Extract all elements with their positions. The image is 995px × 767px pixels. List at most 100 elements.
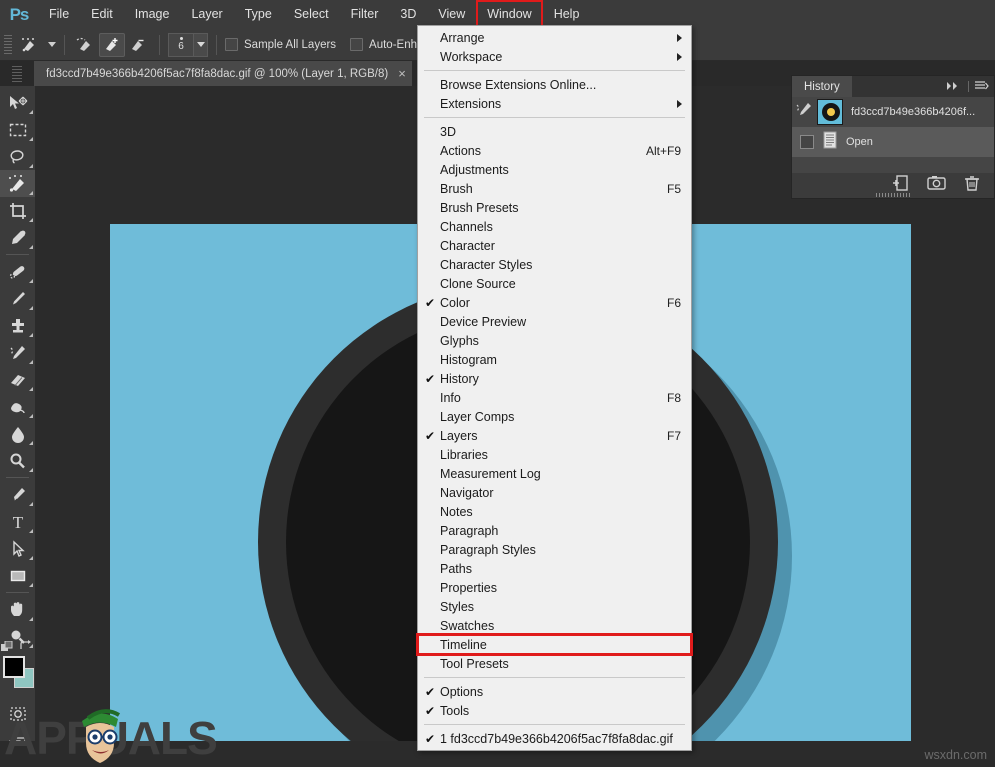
window-menu-item-device-preview[interactable]: Device Preview <box>418 312 691 331</box>
subtract-from-selection-button[interactable] <box>125 33 151 57</box>
collapse-panel-icon[interactable] <box>946 78 962 96</box>
history-panel[interactable]: History fd3ccd7b49e366b4206f... <box>791 75 995 199</box>
panel-menu-icon[interactable] <box>975 78 989 96</box>
menu-file[interactable]: File <box>38 0 80 29</box>
document-tab[interactable]: fd3ccd7b49e366b4206f5ac7f8fa8dac.gif @ 1… <box>34 61 412 86</box>
window-menu-item-extensions[interactable]: Extensions <box>418 94 691 113</box>
window-menu-item-label: Workspace <box>440 50 681 64</box>
window-menu-item-1-fd3ccd7b49e366b4206f5ac7f8fa8dac-gif[interactable]: ✔1 fd3ccd7b49e366b4206f5ac7f8fa8dac.gif <box>418 729 691 748</box>
rectangular-marquee-tool[interactable] <box>0 116 35 143</box>
window-menu-item-history[interactable]: ✔History <box>418 369 691 388</box>
history-snapshot-label: fd3ccd7b49e366b4206f... <box>851 106 975 118</box>
window-menu-item-options[interactable]: ✔Options <box>418 682 691 701</box>
window-menu-item-measurement-log[interactable]: Measurement Log <box>418 464 691 483</box>
new-snapshot-icon[interactable] <box>927 175 946 196</box>
brush-size-dot-icon <box>180 37 183 40</box>
check-icon: ✔ <box>425 733 435 745</box>
panel-resize-grip[interactable] <box>876 193 910 197</box>
history-brush-tool[interactable] <box>0 339 35 366</box>
history-state-toggle[interactable] <box>800 135 814 149</box>
eyedropper-tool[interactable] <box>0 224 35 251</box>
window-menu-item-paragraph-styles[interactable]: Paragraph Styles <box>418 540 691 559</box>
window-menu-item-adjustments[interactable]: Adjustments <box>418 160 691 179</box>
window-menu-item-clone-source[interactable]: Clone Source <box>418 274 691 293</box>
close-icon[interactable]: × <box>398 67 406 80</box>
window-menu-item-browse-extensions-online[interactable]: Browse Extensions Online... <box>418 75 691 94</box>
menu-edit[interactable]: Edit <box>80 0 124 29</box>
eraser-tool[interactable] <box>0 366 35 393</box>
tool-expand-triangle-icon <box>29 387 33 391</box>
brush-tool[interactable] <box>0 285 35 312</box>
history-brush-source-icon[interactable] <box>796 102 814 123</box>
window-menu-item-navigator[interactable]: Navigator <box>418 483 691 502</box>
window-menu-item-swatches[interactable]: Swatches <box>418 616 691 635</box>
window-menu-item-arrange[interactable]: Arrange <box>418 28 691 47</box>
window-menu-item-paths[interactable]: Paths <box>418 559 691 578</box>
window-menu-item-brush[interactable]: BrushF5 <box>418 179 691 198</box>
sample-all-layers-option[interactable]: Sample All Layers <box>225 38 336 51</box>
brush-size-stepper[interactable] <box>194 33 208 57</box>
window-menu-item-workspace[interactable]: Workspace <box>418 47 691 66</box>
window-menu-item-info[interactable]: InfoF8 <box>418 388 691 407</box>
window-menu-item-label: Actions <box>440 144 628 158</box>
window-menu-item-notes[interactable]: Notes <box>418 502 691 521</box>
window-menu-item-label: Device Preview <box>440 315 681 329</box>
history-state-row[interactable]: Open <box>792 127 994 157</box>
pen-tool[interactable] <box>0 481 35 508</box>
dodge-tool[interactable] <box>0 447 35 474</box>
quick-selection-tool[interactable] <box>0 170 35 197</box>
window-menu-item-glyphs[interactable]: Glyphs <box>418 331 691 350</box>
tab-strip-grip[interactable] <box>0 61 34 86</box>
foreground-color-swatch[interactable] <box>3 656 25 678</box>
tab-history[interactable]: History <box>792 76 852 97</box>
history-snapshot-thumbnail[interactable] <box>817 99 843 125</box>
history-snapshot-row[interactable]: fd3ccd7b49e366b4206f... <box>792 97 994 127</box>
window-menu-item-character-styles[interactable]: Character Styles <box>418 255 691 274</box>
window-menu-item-actions[interactable]: ActionsAlt+F9 <box>418 141 691 160</box>
window-dropdown-menu[interactable]: Arrange Workspace Browse Extensions Online… <box>417 25 692 751</box>
quick-selection-preset-icon[interactable] <box>18 33 44 57</box>
window-menu-item-color[interactable]: ✔ColorF6 <box>418 293 691 312</box>
move-tool[interactable] <box>0 89 35 116</box>
swap-colors-icon[interactable] <box>19 640 33 655</box>
sample-all-layers-checkbox[interactable] <box>225 38 238 51</box>
hand-tool[interactable] <box>0 596 35 623</box>
menu-layer[interactable]: Layer <box>180 0 233 29</box>
brush-size-field[interactable]: 6 <box>168 33 194 57</box>
window-menu-item-brush-presets[interactable]: Brush Presets <box>418 198 691 217</box>
window-menu-item-tools[interactable]: ✔Tools <box>418 701 691 720</box>
options-bar-grip[interactable] <box>4 35 12 55</box>
blur-tool[interactable] <box>0 420 35 447</box>
rectangle-tool[interactable] <box>0 562 35 589</box>
window-menu-item-layers[interactable]: ✔LayersF7 <box>418 426 691 445</box>
window-menu-item-timeline[interactable]: Timeline <box>418 635 691 654</box>
history-tab-label: History <box>804 81 840 93</box>
window-menu-item-channels[interactable]: Channels <box>418 217 691 236</box>
window-menu-item-histogram[interactable]: Histogram <box>418 350 691 369</box>
window-menu-item-paragraph[interactable]: Paragraph <box>418 521 691 540</box>
preset-chevron-down-icon[interactable] <box>48 42 56 47</box>
add-to-selection-button[interactable] <box>99 33 125 57</box>
window-menu-item-character[interactable]: Character <box>418 236 691 255</box>
path-selection-tool[interactable] <box>0 535 35 562</box>
menu-filter[interactable]: Filter <box>340 0 390 29</box>
crop-tool[interactable] <box>0 197 35 224</box>
menu-image[interactable]: Image <box>124 0 181 29</box>
history-states-list[interactable]: fd3ccd7b49e366b4206f... Open <box>792 97 994 173</box>
gradient-tool[interactable] <box>0 393 35 420</box>
window-menu-item-libraries[interactable]: Libraries <box>418 445 691 464</box>
clone-stamp-tool[interactable] <box>0 312 35 339</box>
lasso-tool[interactable] <box>0 143 35 170</box>
menu-select[interactable]: Select <box>283 0 340 29</box>
window-menu-item-3d[interactable]: 3D <box>418 122 691 141</box>
window-menu-item-styles[interactable]: Styles <box>418 597 691 616</box>
spot-healing-brush-tool[interactable] <box>0 258 35 285</box>
menu-type[interactable]: Type <box>234 0 283 29</box>
auto-enhance-checkbox[interactable] <box>350 38 363 51</box>
window-menu-item-tool-presets[interactable]: Tool Presets <box>418 654 691 673</box>
window-menu-item-properties[interactable]: Properties <box>418 578 691 597</box>
delete-state-icon[interactable] <box>964 175 980 197</box>
window-menu-item-layer-comps[interactable]: Layer Comps <box>418 407 691 426</box>
horizontal-type-tool[interactable]: T <box>0 508 35 535</box>
new-selection-button[interactable] <box>73 33 99 57</box>
